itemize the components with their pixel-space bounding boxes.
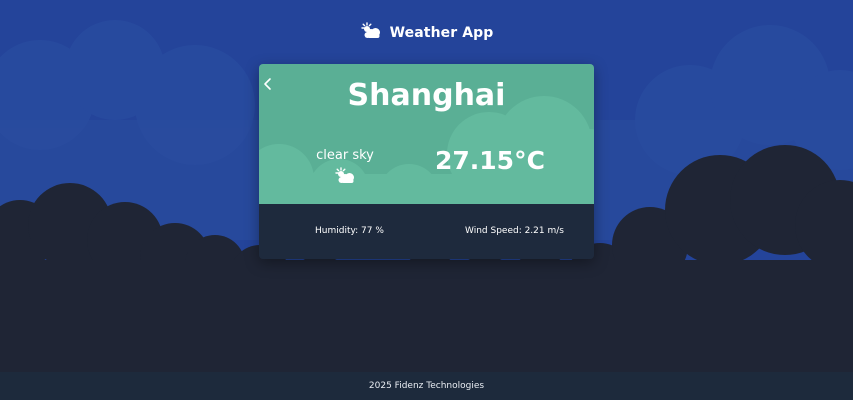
condition-block: clear sky <box>299 148 391 189</box>
weather-card: Shanghai clear sky 27.15°C Humidity: 77 … <box>259 64 594 259</box>
wind-speed-text: Wind Speed: 2.21 m/s <box>465 226 564 236</box>
city-name: Shanghai <box>347 78 506 113</box>
sun-cloud-icon <box>360 22 382 44</box>
weather-card-details: Humidity: 77 % Wind Speed: 2.21 m/s <box>259 204 594 259</box>
app-header: Weather App <box>0 22 853 44</box>
weather-card-top: Shanghai clear sky 27.15°C <box>259 64 594 204</box>
weather-description: clear sky <box>316 148 374 163</box>
sun-cloud-icon <box>334 167 356 189</box>
temperature: 27.15°C <box>435 146 545 175</box>
humidity-text: Humidity: 77 % <box>315 226 384 236</box>
weather-page: Weather App Shanghai clear sky 27.15°C H… <box>0 0 853 400</box>
app-title: Weather App <box>389 25 494 41</box>
footer-text: 2025 Fidenz Technologies <box>368 381 485 391</box>
footer: 2025 Fidenz Technologies <box>0 372 853 400</box>
